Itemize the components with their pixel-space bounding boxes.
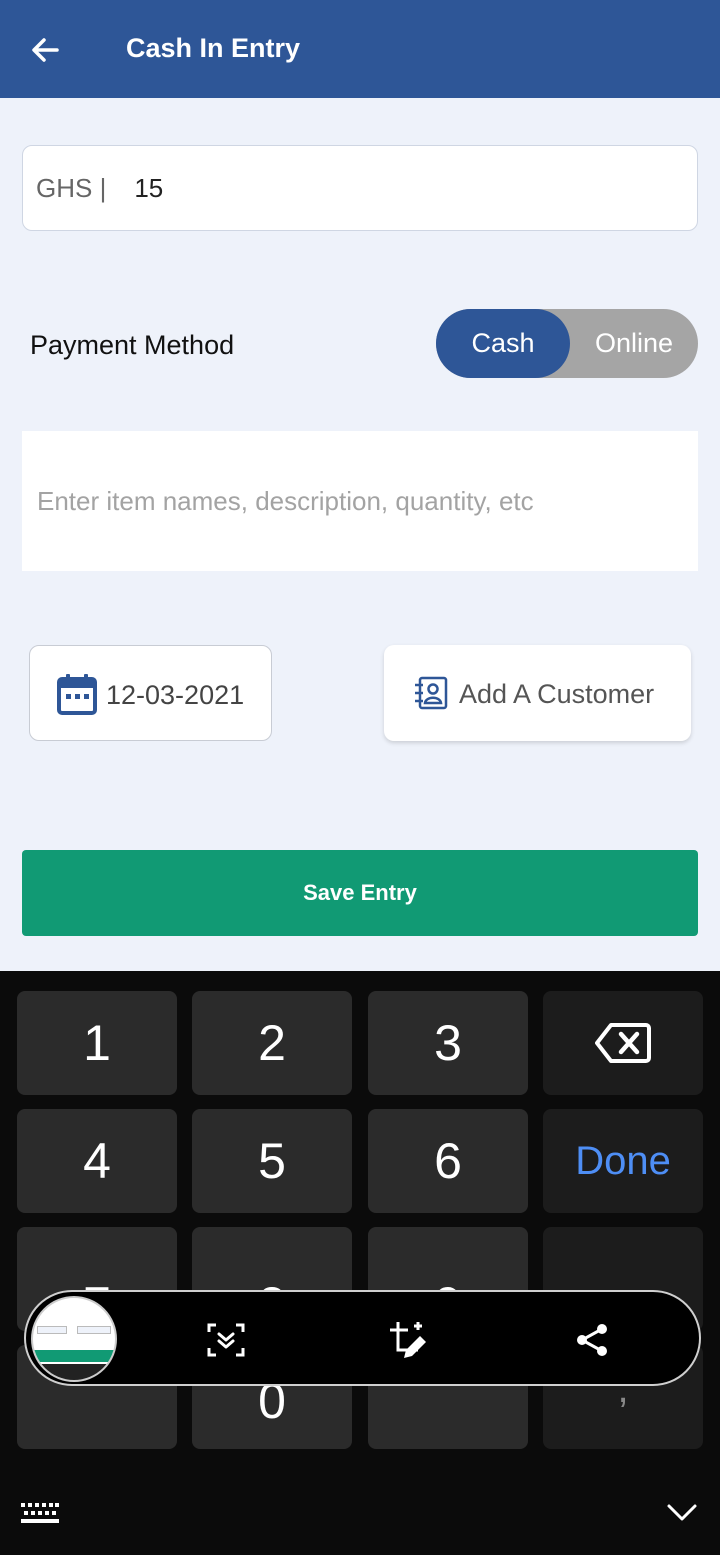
app-root: Cash In Entry GHS | 15 Payment Method On… [0, 0, 720, 1555]
add-customer-button[interactable]: Add A Customer [384, 645, 691, 741]
backspace-icon [595, 1023, 651, 1063]
done-key[interactable]: Done [543, 1109, 703, 1213]
date-value: 12-03-2021 [106, 680, 245, 710]
keyboard-switch-button[interactable] [20, 1501, 60, 1532]
key-3[interactable]: 3 [368, 991, 528, 1095]
chevron-down-icon [667, 1504, 697, 1521]
thumbnail-date-field [37, 1326, 67, 1334]
key-5[interactable]: 5 [192, 1109, 352, 1213]
hide-keyboard-button[interactable] [666, 1501, 698, 1528]
key-2[interactable]: 2 [192, 991, 352, 1095]
screenshot-thumbnail[interactable] [31, 1296, 117, 1382]
thumbnail-save-bar [33, 1350, 115, 1362]
scroll-capture-button[interactable] [206, 1320, 246, 1360]
back-button[interactable] [22, 27, 68, 73]
amount-input[interactable]: 15 [134, 173, 163, 204]
calendar-icon [57, 674, 97, 715]
key-1[interactable]: 1 [17, 991, 177, 1095]
share-button[interactable] [572, 1320, 612, 1360]
app-bar: Cash In Entry [0, 0, 720, 98]
payment-method-label: Payment Method [30, 330, 235, 360]
share-icon [577, 1324, 607, 1356]
page-title: Cash In Entry [126, 33, 301, 63]
description-placeholder: Enter item names, description, quantity,… [37, 485, 534, 516]
thumbnail-keyboard [33, 1364, 115, 1380]
crop-edit-icon [390, 1322, 426, 1358]
amount-field[interactable]: GHS | 15 [22, 145, 698, 231]
crop-edit-button[interactable] [388, 1320, 428, 1360]
numeric-keyboard: 1 2 3 4 5 6 Done 7 8 9 - 0 , [0, 971, 720, 1555]
backspace-key[interactable] [543, 991, 703, 1095]
keyboard-icon [21, 1503, 59, 1523]
contact-book-icon [415, 676, 448, 710]
screenshot-toolbar [24, 1290, 701, 1386]
payment-option-online[interactable]: Online [570, 309, 698, 378]
thumbnail-customer-field [77, 1326, 111, 1334]
currency-label: GHS | [36, 172, 107, 203]
key-4[interactable]: 4 [17, 1109, 177, 1213]
payment-method-toggle[interactable]: Online Cash [436, 309, 698, 378]
payment-option-cash[interactable]: Cash [436, 309, 570, 378]
scroll-capture-icon [207, 1323, 245, 1357]
date-picker-button[interactable]: 12-03-2021 [29, 645, 272, 741]
description-input[interactable]: Enter item names, description, quantity,… [22, 431, 698, 571]
add-customer-label: Add A Customer [459, 679, 655, 709]
key-6[interactable]: 6 [368, 1109, 528, 1213]
save-entry-button[interactable]: Save Entry [22, 850, 698, 936]
arrow-left-icon [32, 38, 59, 62]
